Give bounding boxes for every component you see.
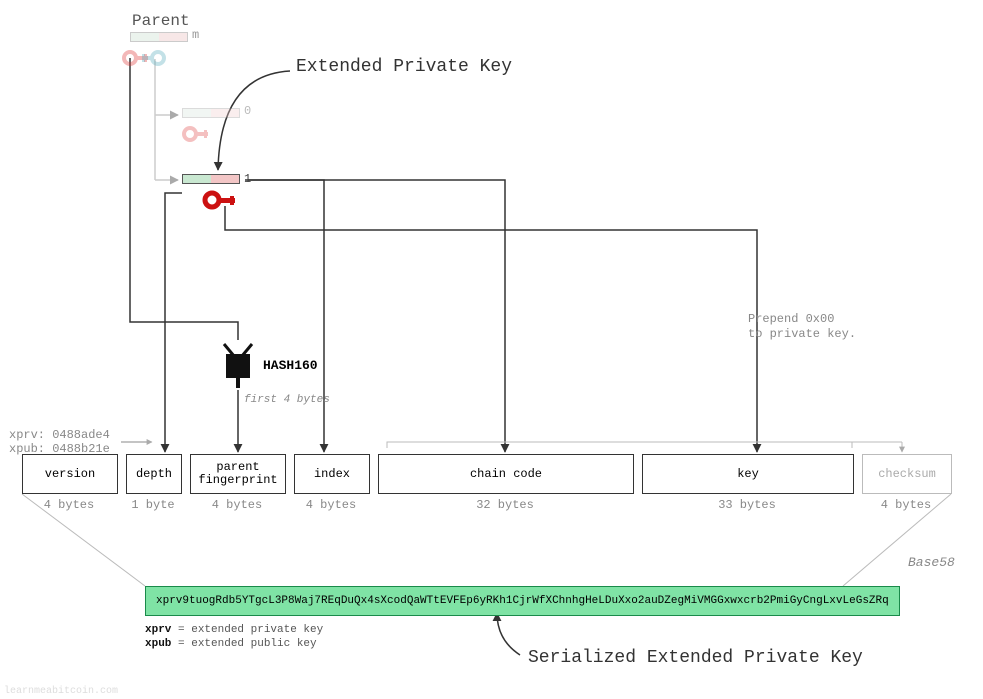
size-chain-code: 32 bytes — [378, 498, 632, 512]
tree-node-0 — [182, 108, 240, 118]
field-index: index — [294, 454, 370, 494]
tree-node-m — [130, 32, 188, 42]
hash160-label: HASH160 — [263, 358, 318, 373]
field-parent-fingerprint: parent fingerprint — [190, 454, 286, 494]
key-icons-m — [118, 44, 170, 72]
size-version: 4 bytes — [22, 498, 116, 512]
base58-label: Base58 — [908, 555, 955, 570]
tree-node-1 — [182, 174, 240, 184]
node-0-label: 0 — [244, 104, 251, 118]
prepend-note: Prepend 0x00 to private key. — [748, 312, 856, 342]
serialized-result: xprv9tuogRdb5YTgcL3P8Waj7REqDuQx4sXcodQa… — [145, 586, 900, 616]
legend-xpub: xpub = extended public key — [145, 638, 317, 650]
field-depth: depth — [126, 454, 182, 494]
key-icons-0 — [178, 120, 230, 148]
parent-label: Parent — [132, 12, 190, 30]
size-key: 33 bytes — [642, 498, 852, 512]
key-icon-1 — [198, 186, 246, 214]
legend-xpub-text: = extended public key — [178, 638, 317, 650]
title-serialized-epk: Serialized Extended Private Key — [528, 648, 863, 668]
field-key: key — [642, 454, 854, 494]
legend-xprv: xprv = extended private key — [145, 624, 323, 636]
field-chain-code: chain code — [378, 454, 634, 494]
field-version: version — [22, 454, 118, 494]
hash160-chip-icon — [216, 340, 260, 390]
size-parent-fingerprint: 4 bytes — [190, 498, 284, 512]
xprv-prefix: xprv: 0488ade4 — [9, 428, 110, 442]
watermark: learnmeabitcoin.com — [4, 686, 118, 697]
size-checksum: 4 bytes — [862, 498, 950, 512]
field-checksum: checksum — [862, 454, 952, 494]
node-1-label: 1 — [244, 172, 251, 186]
legend-xprv-text: = extended private key — [178, 624, 323, 636]
title-extended-private-key: Extended Private Key — [296, 57, 512, 77]
node-m-label: m — [192, 28, 199, 42]
first-4-bytes-label: first 4 bytes — [244, 394, 330, 406]
size-depth: 1 byte — [126, 498, 180, 512]
size-index: 4 bytes — [294, 498, 368, 512]
